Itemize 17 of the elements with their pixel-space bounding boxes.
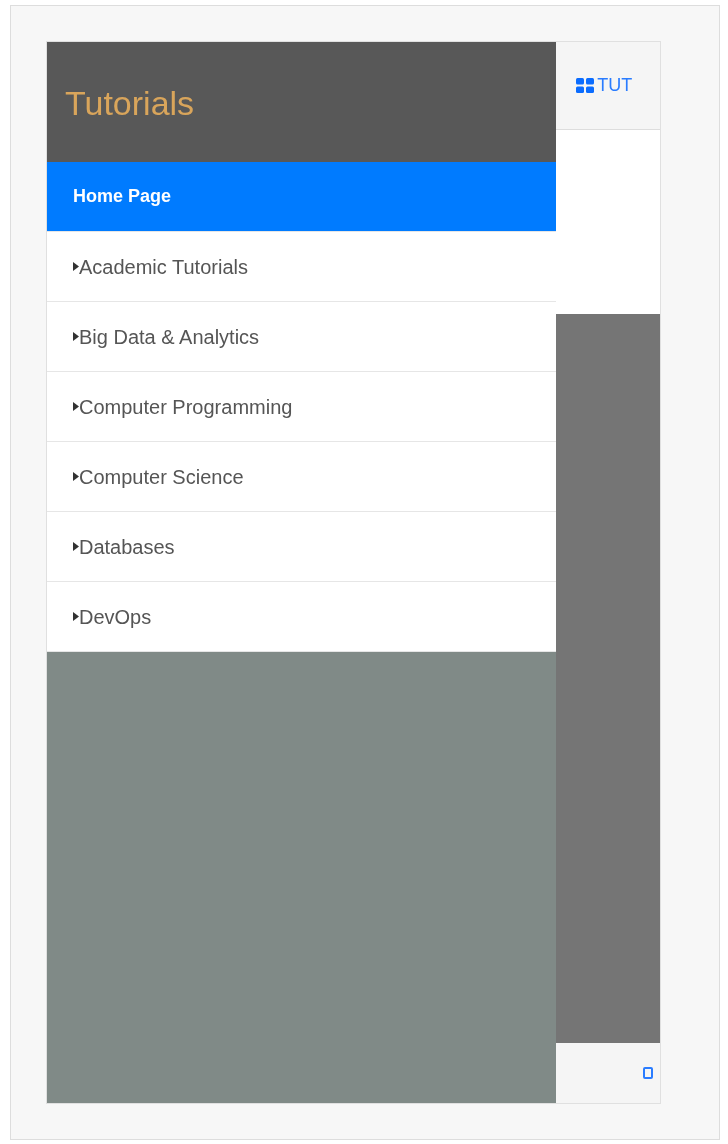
caret-right-icon [73, 472, 79, 481]
grid-icon [576, 78, 595, 93]
caret-right-icon [73, 332, 79, 341]
menu-item[interactable]: Computer Science [47, 442, 557, 512]
menu-item[interactable]: Databases [47, 512, 557, 582]
caret-right-icon [73, 262, 79, 271]
sidebar-title: Tutorials [65, 82, 195, 124]
caret-right-icon [73, 402, 79, 411]
menu-item[interactable]: Home Page [47, 162, 557, 232]
menu-item[interactable]: Big Data & Analytics [47, 302, 557, 372]
menu-item[interactable]: Computer Programming [47, 372, 557, 442]
caret-right-icon [73, 542, 79, 551]
square-icon [643, 1067, 653, 1079]
tutorials-link[interactable]: TUT [597, 72, 633, 99]
menu-item[interactable]: Academic Tutorials [47, 232, 557, 302]
menu-item[interactable]: DevOps [47, 582, 557, 652]
caret-right-icon [73, 612, 79, 621]
